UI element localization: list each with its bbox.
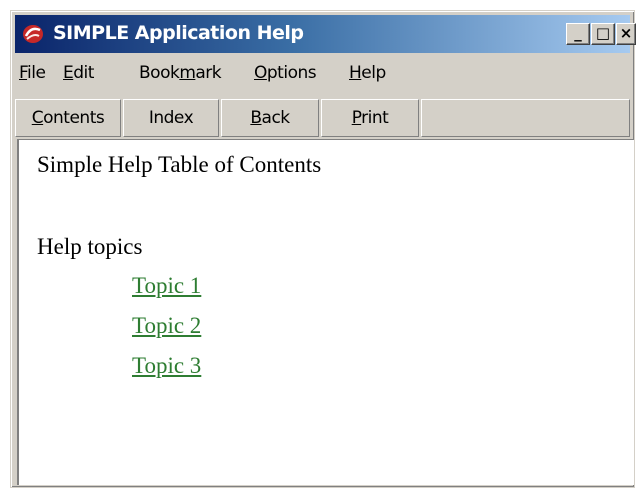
back-button[interactable]: Back	[221, 99, 319, 137]
back-label: ack	[261, 108, 291, 128]
page-title: Simple Help Table of Contents	[37, 152, 322, 177]
toolbar: Contents Index Back Print	[15, 99, 630, 139]
menu-file[interactable]: File	[19, 63, 46, 83]
close-icon: ×	[619, 24, 633, 42]
print-mnemonic: P	[351, 108, 362, 128]
menu-options-mnemonic: O	[254, 63, 267, 83]
index-label: Index	[148, 108, 194, 128]
toolbar-spacer	[421, 99, 630, 137]
topic-link-3[interactable]: Topic 3	[132, 353, 201, 379]
minimize-icon: _	[574, 24, 582, 42]
index-button[interactable]: Index	[123, 99, 219, 137]
menu-bar: File Edit Bookmark Options Help	[15, 57, 630, 91]
contents-button[interactable]: Contents	[15, 99, 121, 137]
topic-link-1[interactable]: Topic 1	[132, 273, 201, 299]
title-bar[interactable]: SIMPLE Application Help _ □ ×	[15, 15, 636, 53]
menu-file-label: ile	[27, 63, 46, 83]
menu-help-label: elp	[361, 63, 386, 83]
contents-label: ontents	[43, 108, 105, 128]
help-content-pane[interactable]: Simple Help Table of Contents Help topic…	[17, 139, 634, 485]
help-window: SIMPLE Application Help _ □ × File Edit …	[10, 10, 636, 488]
menu-file-mnemonic: F	[19, 63, 28, 83]
maximize-button[interactable]: □	[591, 23, 615, 45]
app-icon	[23, 25, 43, 43]
minimize-button[interactable]: _	[566, 23, 590, 45]
menu-bookmark-label: ark	[195, 63, 222, 83]
menu-bookmark-prefix: Book	[139, 63, 180, 83]
menu-bookmark[interactable]: Bookmark	[139, 63, 222, 83]
window-title: SIMPLE Application Help	[53, 22, 304, 44]
close-button[interactable]: ×	[616, 23, 636, 45]
contents-mnemonic: C	[31, 108, 44, 128]
print-button[interactable]: Print	[321, 99, 419, 137]
menu-options-label: ptions	[266, 63, 317, 83]
menu-edit-mnemonic: E	[63, 63, 74, 83]
menu-edit[interactable]: Edit	[63, 63, 94, 83]
topic-link-2[interactable]: Topic 2	[132, 313, 201, 339]
maximize-icon: □	[595, 24, 611, 42]
menu-help-mnemonic: H	[349, 63, 362, 83]
menu-options[interactable]: Options	[254, 63, 317, 83]
print-label: rint	[361, 108, 389, 128]
menu-help[interactable]: Help	[349, 63, 386, 83]
topics-label: Help topics	[37, 234, 143, 259]
menu-bookmark-mnemonic: m	[179, 63, 196, 83]
menu-edit-label: dit	[73, 63, 94, 83]
back-mnemonic: B	[250, 108, 262, 128]
